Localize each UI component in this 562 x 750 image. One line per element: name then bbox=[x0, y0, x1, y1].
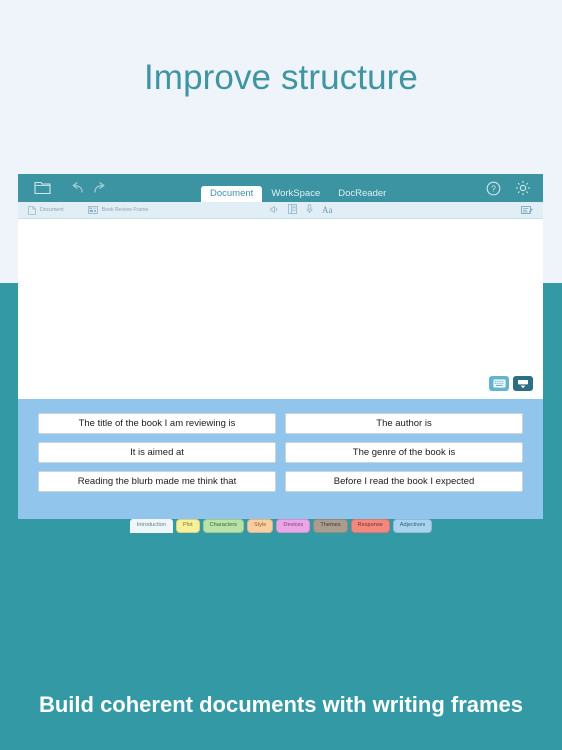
category-tab-devices[interactable]: Devices bbox=[276, 519, 311, 533]
category-tab-response[interactable]: Response bbox=[350, 519, 390, 533]
sub-toolbar-frame-label: Book Review Frame bbox=[101, 207, 149, 213]
redo-icon[interactable] bbox=[92, 181, 106, 195]
gear-icon[interactable] bbox=[515, 180, 531, 196]
category-tab-strip: Introduction Plot Characters Style Devic… bbox=[0, 519, 562, 533]
tab-workspace[interactable]: WorkSpace bbox=[262, 186, 329, 203]
sub-toolbar: Document Book Review Frame Aa bbox=[18, 202, 543, 219]
annotate-icon[interactable] bbox=[521, 205, 533, 215]
help-circle-icon[interactable]: ? bbox=[486, 181, 501, 196]
sub-toolbar-frame[interactable]: Book Review Frame bbox=[87, 206, 149, 214]
document-icon bbox=[28, 205, 36, 215]
app-tab-bar: Document WorkSpace DocReader bbox=[201, 184, 395, 202]
frame-prompt-box[interactable]: Before I read the book I expected bbox=[285, 471, 523, 492]
sub-toolbar-center-group: Aa bbox=[270, 201, 333, 219]
footer-caption: Build coherent documents with writing fr… bbox=[38, 692, 524, 717]
svg-text:?: ? bbox=[491, 183, 496, 193]
hide-keyboard-icon[interactable] bbox=[513, 376, 533, 391]
speaker-icon[interactable] bbox=[270, 201, 279, 219]
undo-icon[interactable] bbox=[71, 181, 85, 195]
frame-prompt-box[interactable]: The genre of the book is bbox=[285, 442, 523, 463]
category-tab-characters[interactable]: Characters bbox=[202, 519, 244, 533]
app-toolbar: Document WorkSpace DocReader ? bbox=[18, 174, 543, 202]
frame-prompt-box[interactable]: It is aimed at bbox=[38, 442, 276, 463]
page-title: Improve structure bbox=[143, 58, 418, 97]
writing-frame-panel: The title of the book I am reviewing is … bbox=[18, 399, 543, 519]
app-window: Document WorkSpace DocReader ? Document … bbox=[18, 174, 543, 519]
page-layout-icon[interactable] bbox=[288, 201, 297, 219]
toolbar-right-group: ? bbox=[486, 174, 531, 202]
sub-toolbar-document[interactable]: Document bbox=[28, 205, 64, 215]
frame-prompt-box[interactable]: Reading the blurb made me think that bbox=[38, 471, 276, 492]
microphone-icon[interactable] bbox=[306, 201, 313, 219]
keyboard-button-group bbox=[489, 376, 533, 391]
category-tab-style[interactable]: Style bbox=[246, 519, 274, 533]
category-tab-introduction[interactable]: Introduction bbox=[129, 519, 173, 533]
text-format-label[interactable]: Aa bbox=[322, 205, 333, 215]
frame-prompt-box[interactable]: The author is bbox=[285, 413, 523, 434]
folder-icon[interactable] bbox=[34, 181, 51, 195]
writing-frame-grid: The title of the book I am reviewing is … bbox=[38, 413, 523, 492]
category-tab-themes[interactable]: Themes bbox=[313, 519, 348, 533]
category-tab-plot[interactable]: Plot bbox=[175, 519, 200, 533]
document-canvas[interactable] bbox=[18, 219, 543, 399]
category-tab-adjectives[interactable]: Adjectives bbox=[392, 519, 433, 533]
keyboard-icon[interactable] bbox=[489, 376, 509, 391]
frame-grid-icon bbox=[87, 206, 98, 214]
tab-docreader[interactable]: DocReader bbox=[329, 186, 395, 203]
frame-prompt-box[interactable]: The title of the book I am reviewing is bbox=[38, 413, 276, 434]
sub-toolbar-document-label: Document bbox=[40, 207, 64, 213]
tab-document[interactable]: Document bbox=[201, 185, 263, 202]
